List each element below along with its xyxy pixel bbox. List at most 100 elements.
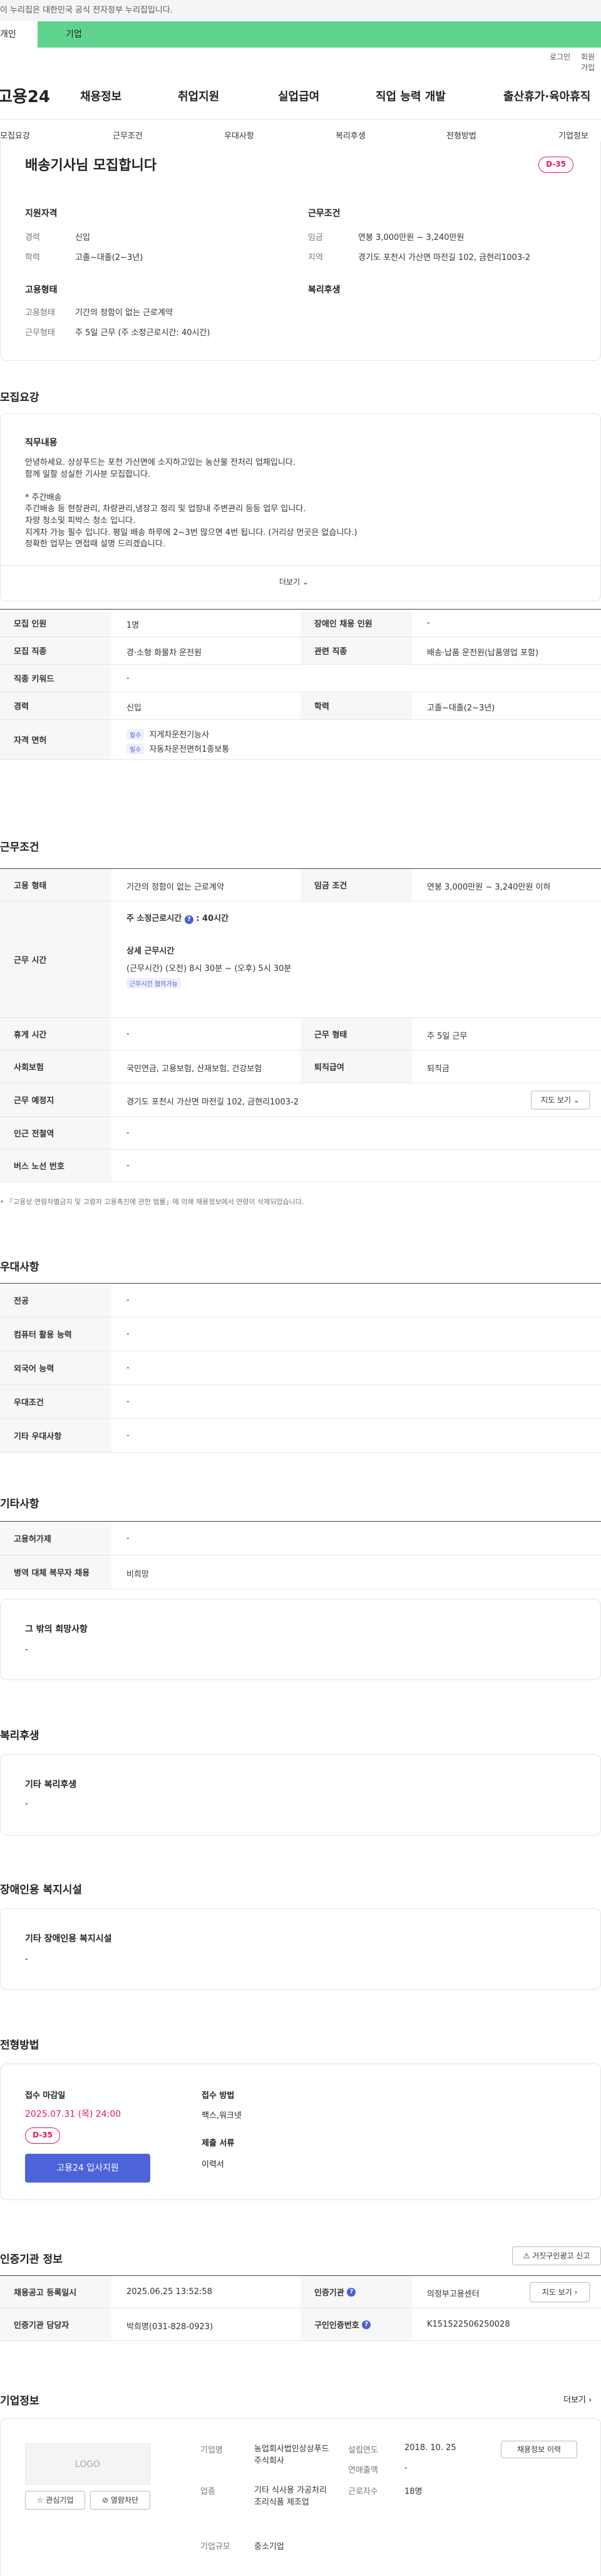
hope-value: - (25, 1645, 28, 1654)
etc-heading: 기타사항 (0, 1498, 39, 1510)
table-row: 병역 대체 복무자 채용 비희망 (0, 1555, 601, 1589)
required-tag: 필수 (126, 729, 145, 740)
selection-heading: 전형방법 (0, 2039, 39, 2052)
table-row: 근무 시간 주 소정근로시간 ? : 40시간 상세 근무시간 (근무시간) (… (0, 901, 601, 1018)
detail-tag-wrap: 근무시간 협의가능 (126, 978, 186, 989)
table-row: 자격 면허 필수 지게차운전기능사 필수 자동차운전면허1종보통 (0, 720, 601, 760)
th: 학력 (300, 692, 412, 719)
login-link[interactable]: 로그인 (550, 51, 570, 62)
detail-hours: (근무시간) (오전) 8시 30분 ~ (오후) 5시 30분 (126, 964, 292, 974)
th: 인증기관 ? (300, 2276, 412, 2308)
table-row: 버스 노선 번호 - (0, 1150, 601, 1182)
wage-label: 임금 (308, 233, 323, 242)
td: 1명 (126, 621, 140, 630)
info-icon[interactable]: ? (184, 915, 193, 924)
agency-label: 인증기관 (314, 2288, 344, 2298)
th: 인근 전철역 (0, 1117, 111, 1149)
region-label: 지역 (308, 253, 323, 262)
company-more-link[interactable]: 더보기 › (563, 2393, 592, 2405)
th: 경력 (0, 692, 111, 719)
deadline-label: 접수 마감일 (25, 2091, 66, 2101)
td: - (126, 1397, 130, 1406)
subnav-pref[interactable]: 우대사항 (224, 129, 254, 141)
fav-company-button[interactable]: ☆ 관심기업 (25, 2491, 85, 2510)
recruit-heading: 모집요강 (0, 392, 39, 404)
hope-title: 그 밖의 희망사항 (25, 1624, 88, 1634)
info-icon[interactable]: ? (362, 2320, 371, 2329)
subnav-selection[interactable]: 전형방법 (446, 129, 476, 141)
th: 고용 형태 (0, 869, 111, 901)
cert-heading: 인증기관 정보 (0, 2253, 63, 2266)
subnav-welfare[interactable]: 복리후생 (336, 129, 366, 141)
th: 근무 예정지 (0, 1083, 111, 1116)
td: 고졸~대졸(2~3년) (427, 704, 495, 713)
table-row: 전공 - (0, 1284, 601, 1317)
company-name: 농업회사법인상상푸드주식회사 (254, 2444, 329, 2466)
more-button[interactable]: 더보기 ⌄ (279, 576, 309, 587)
site-logo[interactable]: 고용24 (0, 84, 50, 107)
agency-map-button[interactable]: 지도 보기 › (530, 2282, 590, 2302)
welfare-title: 기타 복리후생 (25, 1780, 77, 1790)
td: - (126, 1431, 130, 1440)
duty-line: * 주간배송 (25, 492, 62, 502)
docs-value: 이력서 (202, 2160, 224, 2169)
table-row: 사회보험 국민연금, 고용보험, 산재보험, 건강보험 퇴직급여 퇴직금 (0, 1051, 601, 1083)
nav-unemployment[interactable]: 실업급여 (278, 88, 319, 104)
th: 관련 직종 (300, 637, 412, 664)
welfare-heading: 복리후생 (308, 285, 341, 295)
td: - (126, 1363, 130, 1373)
nav-training[interactable]: 직업 능력 개발 (376, 88, 446, 104)
star-icon: ☆ (36, 2496, 44, 2505)
th: 퇴직급여 (300, 1051, 412, 1083)
duty-line (25, 480, 357, 492)
license-name: 지게차운전기능사 (149, 730, 210, 740)
staff-label: 근로자수 (348, 2487, 378, 2496)
report-button[interactable]: ⚠ 거짓구인광고 신고 (512, 2246, 601, 2265)
duty-line: 지게차 가능 필수 입니다. 평일 배송 하루에 2~3번 많으면 4번 됩니다… (25, 527, 357, 538)
td: 국민연금, 고용보험, 산재보험, 건강보험 (126, 1064, 262, 1074)
td: - (126, 1296, 130, 1305)
disability-heading: 장애인용 복지시설 (0, 1884, 83, 1896)
info-icon[interactable]: ? (347, 2287, 356, 2297)
map-button[interactable]: 지도 보기 ⌄ (531, 1091, 590, 1109)
chevron-down-icon: ⌄ (302, 578, 309, 586)
company-name-label: 기업명 (200, 2446, 223, 2455)
tab-personal[interactable]: 개인 (0, 21, 38, 48)
chevron-right-icon: › (574, 2288, 578, 2297)
duty-line: 함께 일할 성실한 기사분 모집합니다. (25, 469, 151, 479)
td: - (126, 1029, 130, 1039)
th: 병역 대체 복무자 채용 (0, 1555, 111, 1589)
workcond-heading: 근무조건 (0, 841, 39, 854)
td: 주 5일 근무 (427, 1032, 468, 1041)
td: - (126, 1329, 130, 1339)
disability-title: 기타 장애인용 복지시설 (25, 1934, 112, 1944)
duty-line: 정확한 업무는 면접때 설명 드리겠습니다. (25, 539, 165, 549)
block-icon: ⊘ (101, 2496, 109, 2505)
table-row: 우대조건 - (0, 1385, 601, 1419)
nav-parental-leave[interactable]: 출산휴가·육아휴직 (503, 88, 590, 104)
block-company-button[interactable]: ⊘ 열람차단 (90, 2491, 150, 2510)
apply-button[interactable]: 고용24 입사지원 (25, 2154, 150, 2183)
subnav-company[interactable]: 기업정보 (558, 129, 588, 141)
welfare-card (0, 1754, 601, 1836)
workform-value: 주 5일 근무 (주 소정근로시간: 40시간) (75, 328, 210, 338)
deadline-value: 2025.07.31 (목) 24:00 (25, 2109, 121, 2119)
nav-employment-support[interactable]: 취업지원 (178, 88, 219, 104)
tab-corporate[interactable]: 기업 (66, 21, 82, 48)
td: 배송·납품 운전원(납품영업 포함) (427, 648, 539, 658)
job-history-button[interactable]: 채용정보 이력 (501, 2441, 577, 2458)
license-name: 자동차운전면허1종보통 (149, 745, 230, 754)
edu-value: 고졸~대졸(2~3년) (75, 253, 143, 262)
subnav-workcond[interactable]: 근무조건 (113, 129, 143, 141)
td: - (126, 673, 130, 683)
th: 모집 인원 (0, 610, 111, 636)
career-label: 경력 (25, 233, 40, 242)
negotiable-tag: 근무시간 협의가능 (126, 978, 181, 989)
duty-line: 차량 청소및 피박스 청소 입니다. (25, 516, 136, 526)
map-label: 지도 보기 (542, 2288, 572, 2297)
td: 비희망 (126, 1570, 149, 1579)
nav-jobs[interactable]: 채용정보 (80, 88, 121, 104)
th: 버스 노선 번호 (0, 1150, 111, 1182)
join-link[interactable]: 회원가입 (581, 51, 601, 73)
subnav-recruit[interactable]: 모집요강 (0, 129, 30, 141)
